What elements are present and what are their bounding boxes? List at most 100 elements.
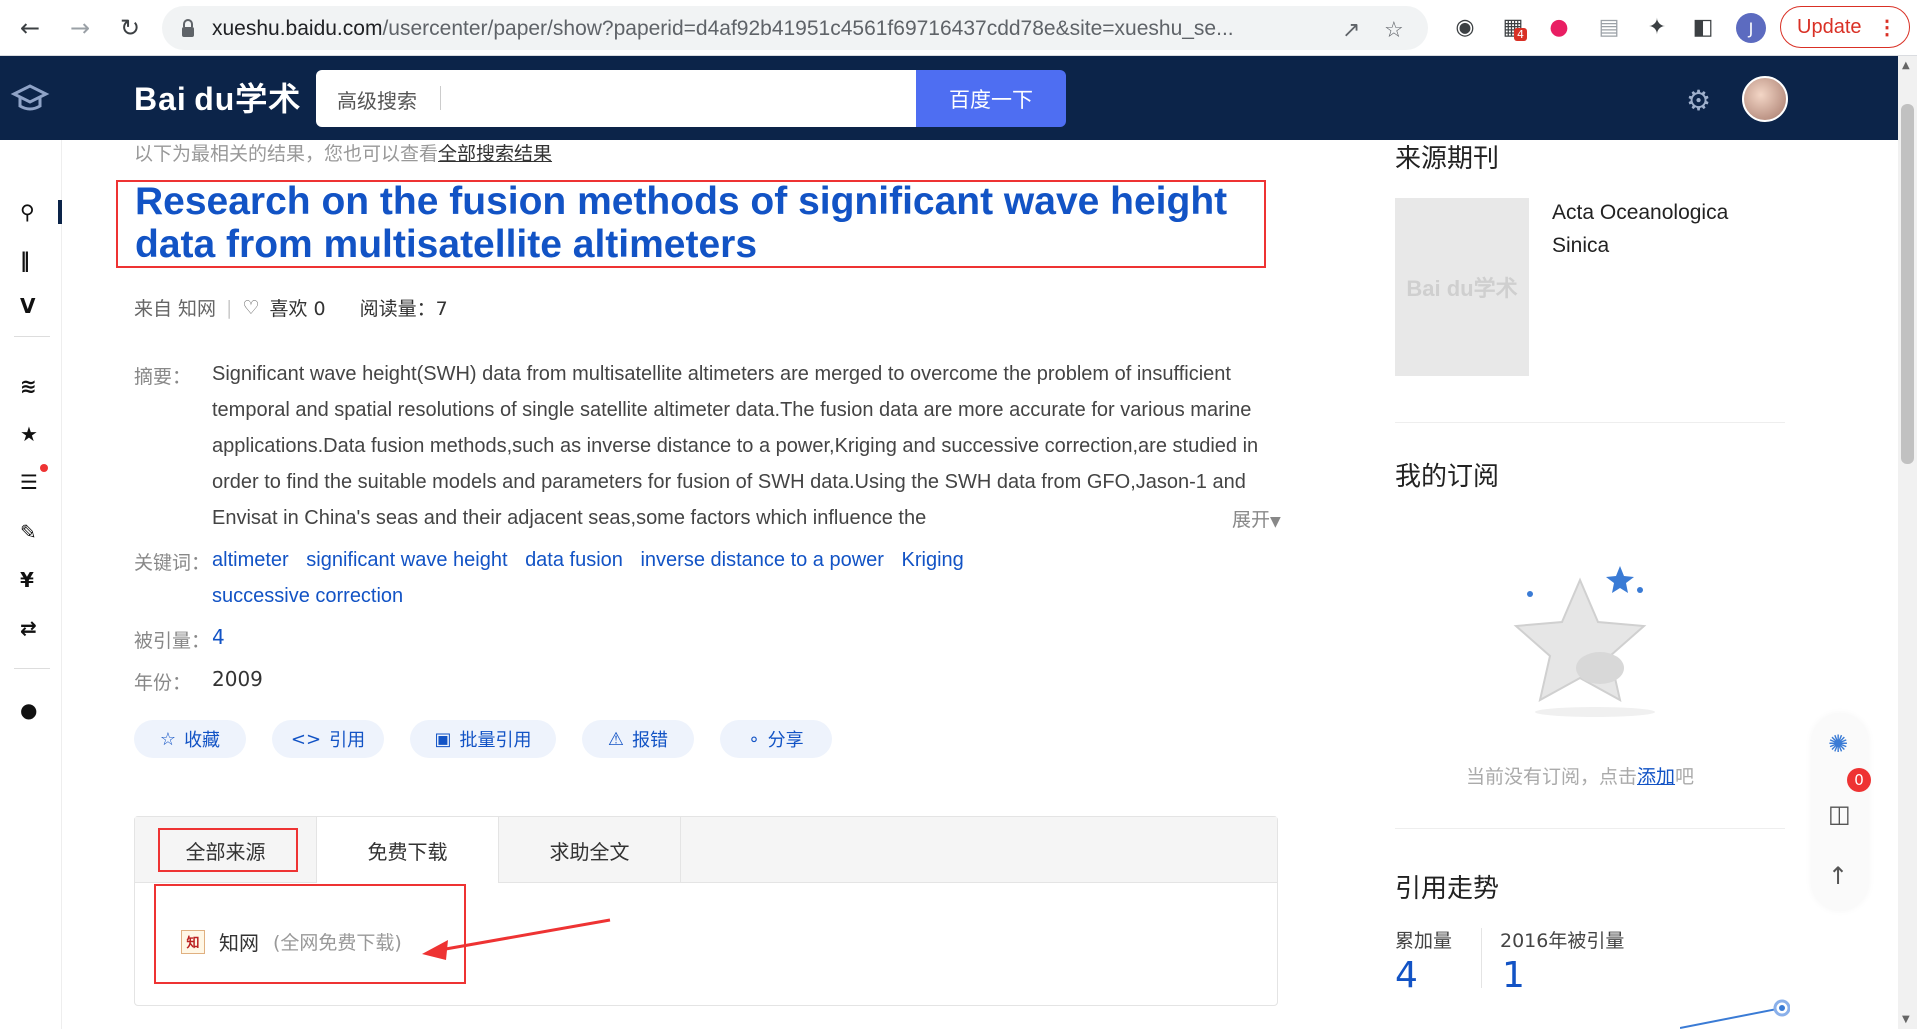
folder-plus-icon: ▣ bbox=[434, 728, 452, 750]
extension-badge: 4 bbox=[1514, 28, 1527, 41]
search-button[interactable]: 百度一下 bbox=[916, 70, 1066, 127]
journal-name[interactable]: Acta Oceanologica Sinica bbox=[1552, 196, 1772, 262]
cited-label: 被引量： bbox=[134, 630, 211, 652]
empty-subscription-text: 当前没有订阅，点击添加吧 bbox=[1466, 762, 1694, 789]
pen-icon[interactable]: ✎ bbox=[20, 520, 37, 544]
keyword-link[interactable]: Kriging bbox=[902, 549, 964, 571]
url-text: xueshu.baidu.com/usercenter/paper/show?p… bbox=[212, 17, 1234, 40]
feedback-icon[interactable]: ✺ bbox=[1828, 730, 1848, 758]
annotation-box-tab bbox=[158, 828, 298, 872]
favorite-label: 收藏 bbox=[184, 730, 221, 751]
menu-dots-icon: ⋮ bbox=[1877, 17, 1897, 39]
extension-t-icon[interactable]: ● bbox=[1546, 14, 1572, 40]
batch-cite-button[interactable]: ▣ 批量引用 bbox=[410, 720, 556, 758]
share-label: 分享 bbox=[767, 730, 804, 751]
side-panel-icon[interactable]: ◧ bbox=[1690, 14, 1716, 40]
user-icon[interactable]: ● bbox=[20, 698, 37, 722]
address-bar[interactable]: xueshu.baidu.com/usercenter/paper/show?p… bbox=[162, 6, 1428, 50]
search-divider bbox=[440, 86, 441, 110]
batch-cite-label: 批量引用 bbox=[459, 730, 532, 751]
yen-icon[interactable]: ¥ bbox=[20, 568, 34, 592]
empty-star-illustration bbox=[1513, 566, 1655, 717]
keyword-link[interactable]: altimeter bbox=[212, 549, 289, 571]
expand-label: 展开 bbox=[1232, 509, 1271, 531]
rail-divider bbox=[14, 668, 50, 669]
rail-divider bbox=[14, 336, 50, 337]
cite-button[interactable]: <> 引用 bbox=[272, 720, 384, 758]
journal-cover[interactable]: Bai du学术 bbox=[1395, 198, 1529, 376]
tab-free-download[interactable]: 免费下载 bbox=[317, 817, 499, 883]
sync-icon[interactable]: ⇄ bbox=[20, 616, 37, 640]
right-divider bbox=[1395, 828, 1785, 829]
gear-icon[interactable]: ⚙ bbox=[1686, 84, 1711, 117]
mortarboard-icon[interactable] bbox=[10, 78, 50, 118]
empty-suffix: 吧 bbox=[1675, 766, 1695, 788]
annotation-arrow-icon bbox=[422, 918, 611, 960]
back-icon[interactable]: ← bbox=[12, 10, 48, 46]
extension-puzzle-grid-icon[interactable]: ▦ 4 bbox=[1500, 14, 1527, 41]
folder-add-icon[interactable]: ◫ bbox=[1828, 800, 1851, 828]
site-header: Bai du学术 高级搜索 百度一下 ⚙ bbox=[0, 56, 1898, 140]
page-scrollbar[interactable]: ▲ ▼ bbox=[1898, 56, 1917, 1029]
related-results-hint: 以下为最相关的结果，您也可以查看全部搜索结果 bbox=[134, 139, 552, 166]
browser-toolbar: ← → ↻ xueshu.baidu.com/usercenter/paper/… bbox=[0, 0, 1917, 56]
advanced-search-link[interactable]: 高级搜索 bbox=[337, 85, 417, 114]
keyword-link[interactable]: inverse distance to a power bbox=[640, 549, 883, 571]
folder-count-badge: 0 bbox=[1847, 768, 1871, 792]
total-cited-label: 累加量 bbox=[1395, 930, 1453, 952]
update-label: Update bbox=[1797, 15, 1862, 38]
cite-label: 引用 bbox=[329, 730, 366, 751]
rail-active-indicator bbox=[58, 200, 62, 224]
extension-doc-icon[interactable]: ▤ bbox=[1596, 14, 1622, 40]
search-icon[interactable]: ⚲ bbox=[20, 200, 35, 224]
rss-icon[interactable]: ≋ bbox=[20, 374, 37, 398]
scroll-up-arrow-icon[interactable]: ▲ bbox=[1902, 60, 1910, 71]
report-error-button[interactable]: ⚠ 报错 bbox=[582, 720, 694, 758]
abstract-text: Significant wave height(SWH) data from m… bbox=[212, 363, 1259, 529]
right-divider bbox=[1395, 422, 1785, 423]
baidu-xueshu-logo[interactable]: Bai du学术 bbox=[134, 74, 301, 120]
all-results-link[interactable]: 全部搜索结果 bbox=[438, 143, 552, 165]
extension-icon[interactable]: ◉ bbox=[1452, 14, 1478, 40]
chevron-down-icon: ▼ bbox=[1270, 514, 1281, 530]
empty-text: 当前没有订阅，点击 bbox=[1466, 766, 1638, 788]
cited-count[interactable]: 4 bbox=[212, 625, 225, 649]
share-page-icon[interactable]: ↗ bbox=[1342, 18, 1360, 43]
profile-avatar[interactable]: J bbox=[1736, 13, 1766, 43]
expand-abstract-button[interactable]: 展开▼ bbox=[1208, 505, 1281, 532]
keywords-label: 关键词： bbox=[134, 552, 211, 574]
star-icon[interactable]: ★ bbox=[20, 422, 38, 446]
back-to-top-icon[interactable]: ↑ bbox=[1828, 862, 1848, 890]
favorite-button[interactable]: ☆ 收藏 bbox=[134, 720, 246, 758]
cite-separator bbox=[1481, 928, 1482, 988]
citation-trend-line bbox=[1680, 999, 1790, 1029]
keyword-link[interactable]: successive correction bbox=[212, 585, 403, 607]
meta-separator: | bbox=[226, 296, 233, 319]
update-button[interactable]: Update ⋮ bbox=[1780, 6, 1910, 48]
layers-icon[interactable]: ☰ bbox=[20, 464, 48, 494]
report-error-label: 报错 bbox=[632, 730, 669, 751]
like-count[interactable]: 喜欢 0 bbox=[270, 294, 326, 321]
year-label: 年份： bbox=[134, 672, 192, 694]
journal-heading: 来源期刊 bbox=[1395, 144, 1500, 174]
scrollbar-thumb[interactable] bbox=[1901, 104, 1914, 464]
heart-icon[interactable]: ♡ bbox=[242, 297, 259, 319]
keyword-link[interactable]: data fusion bbox=[525, 549, 623, 571]
floating-toolbar: ✺ ◫ ↑ bbox=[1812, 714, 1868, 910]
add-subscription-link[interactable]: 添加 bbox=[1637, 766, 1675, 788]
subscription-heading: 我的订阅 bbox=[1395, 462, 1500, 492]
paper-title[interactable]: Research on the fusion methods of signif… bbox=[135, 180, 1245, 266]
scroll-down-arrow-icon[interactable]: ▼ bbox=[1902, 1014, 1910, 1025]
forward-icon[interactable]: → bbox=[62, 10, 98, 46]
read-count: 阅读量：7 bbox=[359, 298, 448, 320]
reload-icon[interactable]: ↻ bbox=[112, 10, 148, 46]
user-avatar[interactable] bbox=[1742, 76, 1788, 122]
share-button[interactable]: ∘ 分享 bbox=[720, 720, 832, 758]
search-input[interactable]: 高级搜索 bbox=[316, 70, 916, 127]
library-icon[interactable]: ‖ bbox=[20, 248, 30, 272]
bookmark-star-icon[interactable]: ☆ bbox=[1384, 18, 1404, 43]
extensions-puzzle-icon[interactable]: ✦ bbox=[1644, 14, 1670, 40]
tab-request-fulltext[interactable]: 求助全文 bbox=[499, 817, 681, 883]
keyword-link[interactable]: significant wave height bbox=[306, 549, 507, 571]
v-icon[interactable]: V bbox=[20, 294, 35, 318]
